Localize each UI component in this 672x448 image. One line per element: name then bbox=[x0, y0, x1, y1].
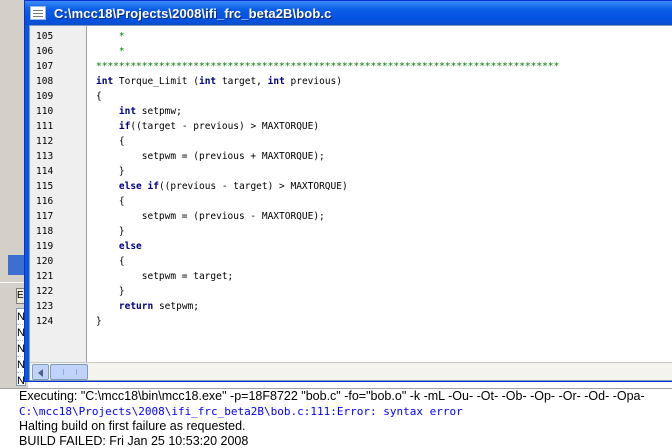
code-token: setpwm = target; bbox=[96, 271, 234, 282]
line-number: 115 bbox=[36, 181, 54, 192]
code-token: { bbox=[96, 91, 102, 102]
code-area[interactable]: * * *************************************… bbox=[88, 26, 672, 362]
code-token: } bbox=[96, 226, 125, 237]
code-line[interactable]: { bbox=[96, 194, 125, 209]
line-number: 119 bbox=[36, 241, 54, 252]
output-executing-line: Executing: "C:\mcc18\bin\mcc18.exe" -p=1… bbox=[19, 389, 645, 403]
code-line[interactable]: setpwm = (previous + MAXTORQUE); bbox=[96, 149, 325, 164]
code-token: ((previous - target) > MAXTORQUE) bbox=[158, 181, 348, 192]
code-token: Torque_Limit ( bbox=[113, 76, 199, 87]
code-line[interactable]: { bbox=[96, 254, 125, 269]
code-line[interactable]: { bbox=[96, 134, 125, 149]
code-token: int bbox=[198, 76, 217, 87]
code-token: { bbox=[96, 136, 125, 147]
horizontal-scrollbar[interactable] bbox=[30, 362, 672, 380]
code-token: * bbox=[96, 46, 125, 57]
line-number: 124 bbox=[36, 316, 54, 327]
editor-body: 105 106 107 108 109 110 111 112 113 114 115 116 117 1… bbox=[29, 25, 672, 381]
line-number: 117 bbox=[36, 211, 54, 222]
code-line[interactable]: } bbox=[96, 284, 125, 299]
code-token: setpwm; bbox=[153, 301, 199, 312]
line-number: 123 bbox=[36, 301, 54, 312]
code-token: int bbox=[96, 76, 114, 87]
code-line[interactable]: * bbox=[96, 44, 125, 59]
scroll-thumb[interactable] bbox=[50, 364, 88, 380]
line-number: 113 bbox=[36, 151, 54, 162]
line-number: 110 bbox=[36, 106, 54, 117]
code-token: setpmw; bbox=[136, 106, 182, 117]
output-pane: Executing: "C:\mcc18\bin\mcc18.exe" -p=1… bbox=[0, 388, 672, 448]
code-token: setpwm = (previous - MAXTORQUE); bbox=[96, 211, 325, 222]
line-number: 122 bbox=[36, 286, 54, 297]
code-token: { bbox=[96, 196, 125, 207]
code-line[interactable]: return setpwm; bbox=[96, 299, 199, 314]
code-token: int bbox=[267, 76, 285, 87]
chevron-left-icon[interactable] bbox=[32, 364, 49, 380]
code-token: } bbox=[96, 166, 125, 177]
code-token: if bbox=[118, 121, 131, 132]
code-line[interactable]: setpwm = (previous - MAXTORQUE); bbox=[96, 209, 325, 224]
line-number: 112 bbox=[36, 136, 54, 147]
line-number: 114 bbox=[36, 166, 54, 177]
code-line[interactable]: * bbox=[96, 29, 125, 44]
code-token: ((target - previous) > MAXTORQUE) bbox=[130, 121, 320, 132]
code-line[interactable]: else bbox=[96, 239, 142, 254]
code-token: { bbox=[96, 256, 125, 267]
code-line[interactable]: else if((previous - target) > MAXTORQUE) bbox=[96, 179, 348, 194]
title-bar[interactable]: C:\mcc18\Projects\2008\ifi_frc_beta2B\bo… bbox=[25, 1, 672, 25]
code-line[interactable]: } bbox=[96, 164, 125, 179]
line-number: 118 bbox=[36, 226, 54, 237]
code-token: } bbox=[96, 316, 102, 327]
code-token: * bbox=[96, 31, 125, 42]
code-line[interactable]: } bbox=[96, 224, 125, 239]
line-number: 116 bbox=[36, 196, 54, 207]
line-number: 109 bbox=[36, 91, 54, 102]
line-number: 107 bbox=[36, 61, 54, 72]
output-build-failed-line: BUILD FAILED: Fri Jan 25 10:53:20 2008 bbox=[19, 434, 249, 448]
code-line[interactable]: int setpmw; bbox=[96, 104, 182, 119]
code-line[interactable]: { bbox=[96, 89, 102, 104]
line-number: 108 bbox=[36, 76, 54, 87]
code-line[interactable]: ****************************************… bbox=[96, 59, 559, 74]
line-number: 111 bbox=[36, 121, 54, 132]
line-number: 105 bbox=[36, 31, 54, 42]
document-icon bbox=[30, 6, 46, 20]
code-token: } bbox=[96, 286, 125, 297]
code-line[interactable]: int Torque_Limit (int target, int previo… bbox=[96, 74, 342, 89]
line-number: 106 bbox=[36, 46, 54, 57]
code-token: int bbox=[118, 106, 137, 117]
code-line[interactable]: setpwm = target; bbox=[96, 269, 234, 284]
code-line[interactable]: if((target - previous) > MAXTORQUE) bbox=[96, 119, 319, 134]
line-number-gutter: 105 106 107 108 109 110 111 112 113 114 115 116 117 1… bbox=[30, 26, 87, 362]
editor-window: C:\mcc18\Projects\2008\ifi_frc_beta2B\bo… bbox=[24, 0, 672, 382]
code-token: setpwm = (previous + MAXTORQUE); bbox=[96, 151, 325, 162]
code-line[interactable]: } bbox=[96, 314, 102, 329]
output-halting-line: Halting build on first failure as reques… bbox=[19, 419, 246, 433]
window-title: C:\mcc18\Projects\2008\ifi_frc_beta2B\bo… bbox=[54, 5, 332, 21]
line-number: 120 bbox=[36, 256, 54, 267]
code-token: else bbox=[118, 241, 142, 252]
code-token: ****************************************… bbox=[96, 61, 560, 72]
code-token: return bbox=[118, 301, 154, 312]
code-token: previous) bbox=[284, 76, 342, 87]
output-error-line[interactable]: C:\mcc18\Projects\2008\ifi_frc_beta2B\bo… bbox=[19, 404, 463, 419]
code-token: target, bbox=[216, 76, 268, 87]
code-token: else if bbox=[118, 181, 159, 192]
line-number: 121 bbox=[36, 271, 54, 282]
